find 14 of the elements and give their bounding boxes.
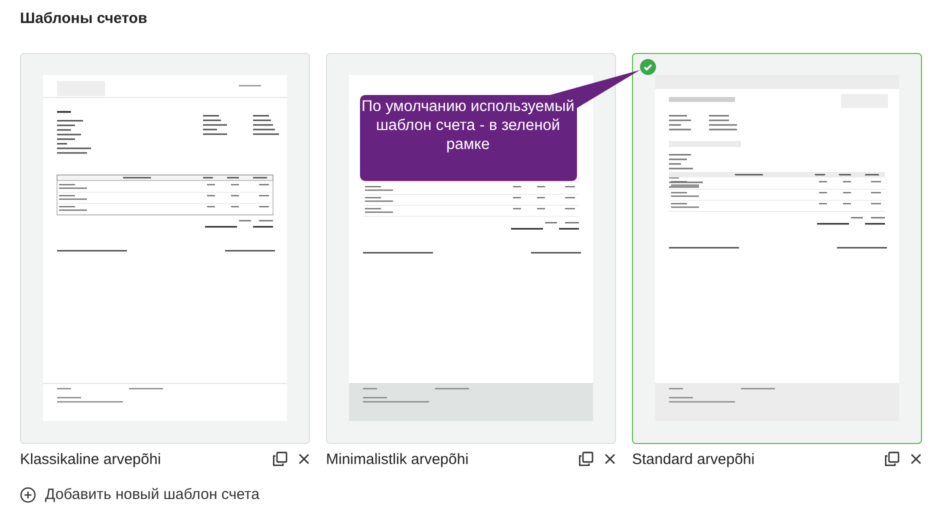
callout-text: По умолчанию используемый шаблон счета - в зеленой рамке <box>361 97 575 154</box>
copy-icon[interactable] <box>272 451 288 467</box>
close-icon[interactable] <box>604 453 616 465</box>
close-icon[interactable] <box>298 453 310 465</box>
plus-circle-icon <box>20 486 36 502</box>
template-name: Klassikaline arvepõhi <box>20 450 162 468</box>
section-title: Шаблоны счетов <box>20 10 148 27</box>
template-name: Standard arvepõhi <box>632 450 756 468</box>
add-template-button[interactable]: Добавить новый шаблон счета <box>20 486 260 503</box>
copy-icon[interactable] <box>884 451 900 467</box>
template-name: Minimalistlik arvepõhi <box>326 450 470 468</box>
close-icon[interactable] <box>910 453 922 465</box>
copy-icon[interactable] <box>578 451 594 467</box>
check-icon <box>640 59 656 75</box>
